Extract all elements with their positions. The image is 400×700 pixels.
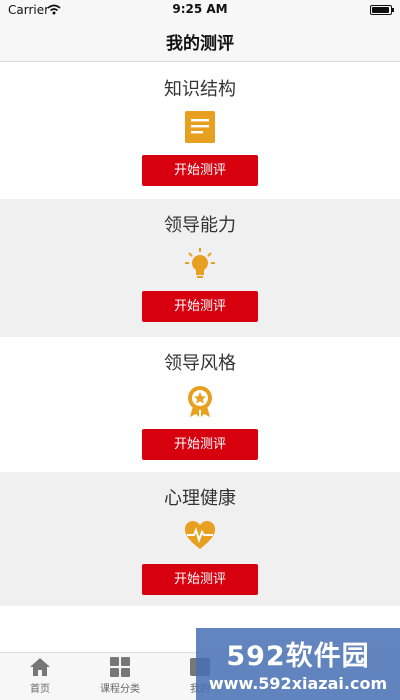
lightbulb-icon: [185, 248, 215, 278]
tab-course-categories[interactable]: 课程分类: [80, 657, 160, 695]
start-assessment-button[interactable]: 开始测评: [142, 291, 258, 322]
watermark-logo: 592软件园 www.592xiazai.com: [196, 628, 400, 700]
section-mental-health: 心理健康 开始测评: [0, 472, 400, 606]
section-leadership-style: 领导风格 开始测评: [0, 337, 400, 472]
section-title: 心理健康: [164, 488, 236, 509]
tab-label: 首页: [30, 684, 50, 695]
section-title: 知识结构: [164, 79, 236, 100]
section-title: 领导风格: [164, 353, 236, 374]
start-assessment-button[interactable]: 开始测评: [142, 155, 258, 186]
start-assessment-button[interactable]: 开始测评: [142, 429, 258, 460]
status-time: 9:25 AM: [172, 2, 228, 16]
medal-icon: [188, 386, 212, 417]
home-icon: [30, 658, 50, 676]
section-title: 领导能力: [164, 215, 236, 236]
grid-icon: [110, 657, 130, 677]
status-bar: Carrier 9:25 AM: [0, 0, 400, 20]
tab-label: 课程分类: [100, 684, 140, 695]
watermark-url: www.592xiazai.com: [208, 674, 388, 693]
battery-icon: [370, 5, 394, 15]
start-assessment-button[interactable]: 开始测评: [142, 564, 258, 595]
document-icon: [185, 111, 215, 143]
tab-home[interactable]: 首页: [0, 657, 80, 695]
watermark-brand: 592软件园: [226, 641, 370, 672]
nav-bar: 我的测评: [0, 20, 400, 62]
page-title: 我的测评: [166, 34, 234, 54]
section-knowledge-structure: 知识结构 开始测评: [0, 63, 400, 199]
heartbeat-icon: [185, 521, 215, 549]
section-leadership-ability: 领导能力 开始测评: [0, 199, 400, 337]
